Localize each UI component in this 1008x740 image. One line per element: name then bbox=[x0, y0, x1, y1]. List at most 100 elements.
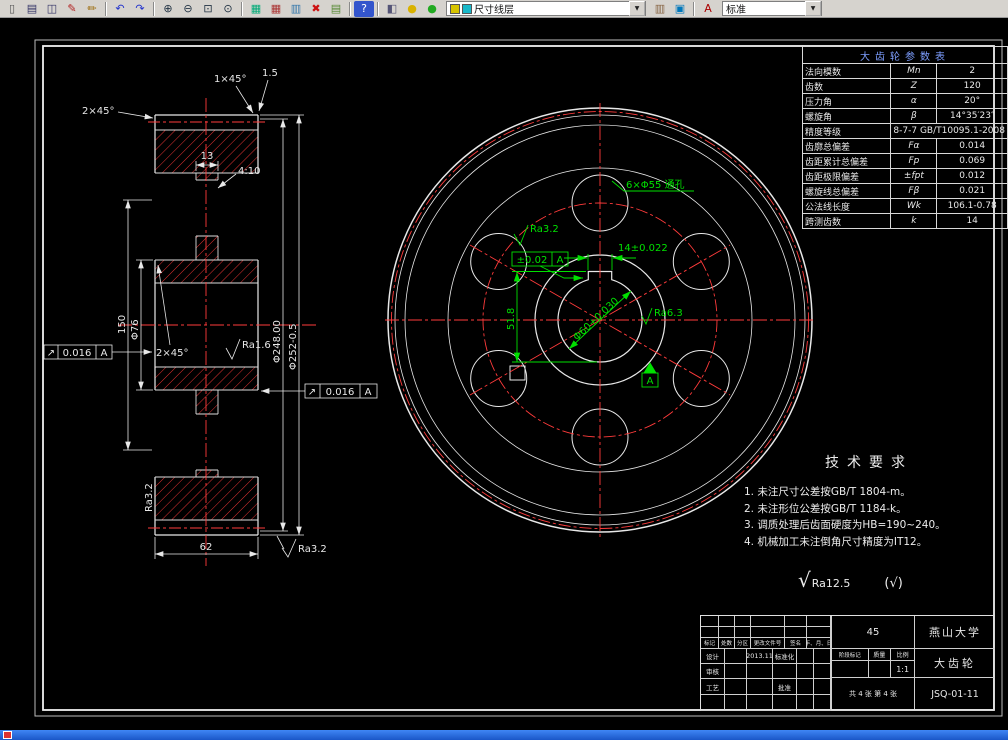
revision-header-cell: 签名 bbox=[785, 638, 807, 649]
param-table-row: 压力角 α 20° bbox=[801, 93, 1008, 109]
edit-icon[interactable]: ✎ bbox=[62, 1, 82, 17]
param-value: 8-7-7 GB/T10095.1-2008 bbox=[890, 123, 1008, 139]
symmetry-datum: A bbox=[557, 255, 564, 266]
organization-name: 燕山大学 bbox=[915, 616, 995, 649]
staff-cell bbox=[814, 649, 831, 664]
block-icon[interactable]: ▥ bbox=[286, 1, 306, 17]
taskbar-app-icon[interactable] bbox=[3, 731, 12, 739]
layer-list-icon[interactable]: ▥ bbox=[650, 1, 670, 17]
param-symbol: Z bbox=[890, 78, 938, 94]
redo-icon[interactable]: ↷ bbox=[130, 1, 150, 17]
layer-color-icon[interactable]: ▣ bbox=[670, 1, 690, 17]
layer-state-icon bbox=[450, 3, 460, 14]
staff-cell bbox=[747, 679, 773, 695]
new-icon[interactable]: ▯ bbox=[2, 1, 22, 17]
toolbar-separator bbox=[693, 1, 695, 16]
param-label: 齿距累计总偏差 bbox=[801, 153, 892, 169]
render-ball-green-icon[interactable]: ● bbox=[422, 1, 442, 17]
param-symbol: Fp bbox=[890, 153, 938, 169]
render-ball-yellow-icon[interactable]: ● bbox=[402, 1, 422, 17]
param-symbol: Fα bbox=[890, 138, 938, 154]
roughness-ra32-bottom: Ra3.2 bbox=[298, 544, 327, 555]
param-table-title-row: 大齿轮参数表 bbox=[802, 46, 1008, 64]
zoom-window-icon[interactable]: ⊡ bbox=[198, 1, 218, 17]
help-icon[interactable]: ? bbox=[354, 0, 374, 17]
staff-cell bbox=[725, 679, 747, 695]
staff-cell: 标准化 bbox=[773, 649, 797, 664]
staff-cell bbox=[814, 695, 831, 711]
rect-shape bbox=[196, 173, 218, 180]
print-icon[interactable]: ▤ bbox=[22, 1, 42, 17]
staff-cell bbox=[725, 695, 747, 711]
layer-combo-value: 尺寸线层 bbox=[474, 5, 514, 16]
text-style-combo[interactable]: 标准 ▼ bbox=[722, 1, 822, 16]
circle-shape bbox=[672, 350, 730, 407]
zoom-out-icon[interactable]: ⊖ bbox=[178, 1, 198, 17]
holes-note: 6×Φ55 通孔 bbox=[626, 179, 685, 191]
param-value: 0.014 bbox=[936, 138, 1008, 154]
staff-cell bbox=[797, 695, 814, 711]
polyline-shape bbox=[513, 224, 529, 247]
param-symbol: Mn bbox=[890, 63, 938, 79]
param-value: 106.1-0.78 bbox=[936, 198, 1008, 214]
layer-combo[interactable]: 尺寸线层 ▼ bbox=[446, 1, 646, 16]
tech-req-items: 1. 未注尺寸公差按GB/T 1804-m。 2. 未注形位公差按GB/T 118… bbox=[744, 484, 994, 550]
dim-chamfer-2x45-top: 2×45° bbox=[82, 106, 114, 117]
param-value: 0.021 bbox=[936, 183, 1008, 199]
revision-cell bbox=[719, 627, 735, 638]
runout-symbol: ↗ bbox=[47, 348, 55, 359]
edit-attr-icon[interactable]: ✏ bbox=[82, 1, 102, 17]
layer-manager-icon[interactable]: ▦ bbox=[246, 1, 266, 17]
param-symbol: k bbox=[890, 213, 938, 229]
roughness-ra32-keyway: Ra3.2 bbox=[530, 224, 559, 235]
toolbar-separator bbox=[377, 1, 379, 16]
rect-shape bbox=[155, 260, 258, 283]
chevron-down-icon[interactable]: ▼ bbox=[805, 1, 821, 16]
param-table-row: 齿廓总偏差 Fα 0.014 bbox=[801, 138, 1008, 154]
print-preview-icon[interactable]: ◫ bbox=[42, 1, 62, 17]
zoom-in-icon[interactable]: ⊕ bbox=[158, 1, 178, 17]
text-style-icon[interactable]: A bbox=[698, 1, 718, 17]
param-symbol: ±fpt bbox=[890, 168, 938, 184]
staff-cell bbox=[725, 649, 747, 664]
param-label: 齿距极限偏差 bbox=[801, 168, 892, 184]
param-value: 14 bbox=[936, 213, 1008, 229]
staff-cell bbox=[773, 695, 797, 711]
part-name: 大齿轮 bbox=[915, 649, 995, 678]
param-label: 螺旋角 bbox=[801, 108, 892, 124]
dim-taper: 4:10 bbox=[238, 166, 260, 177]
param-label: 跨测齿数 bbox=[801, 213, 892, 229]
runout-datum: A bbox=[101, 348, 108, 359]
symmetry-tolerance: ±0.02 bbox=[517, 255, 548, 266]
revision-cell bbox=[807, 627, 831, 638]
revision-cell bbox=[807, 616, 831, 627]
param-table-row: 螺旋角 β 14°35′23″ bbox=[801, 108, 1008, 124]
rect-shape bbox=[155, 367, 258, 390]
title-block-revision-area: 标记处数分区更改文件号签名年、月、日设计 2013.11标准化审核工艺 批准 bbox=[701, 616, 831, 711]
param-value: 0.012 bbox=[936, 168, 1008, 184]
grid-icon[interactable]: ▤ bbox=[326, 1, 346, 17]
drawing-canvas[interactable]: 62 150 Φ76 Φ248.00 Φ252-0.5 13 4:10 1×45… bbox=[0, 18, 1008, 730]
view-icon[interactable]: ◧ bbox=[382, 1, 402, 17]
dim-radius-1-5: 1.5 bbox=[262, 68, 278, 79]
param-table-row: 齿数 Z 120 bbox=[801, 78, 1008, 94]
undo-icon[interactable]: ↶ bbox=[110, 1, 130, 17]
param-label: 公法线长度 bbox=[801, 198, 892, 214]
chevron-down-icon[interactable]: ▼ bbox=[629, 1, 645, 16]
param-table-row: 跨测齿数 k 14 bbox=[801, 213, 1008, 229]
zoom-extents-icon[interactable]: ⊙ bbox=[218, 1, 238, 17]
stage-value bbox=[832, 661, 869, 678]
line-shape bbox=[276, 535, 285, 550]
polyline-shape bbox=[641, 307, 653, 326]
cad-application-window: ▯ ▤ ◫ ✎ ✏ ↶ ↷ ⊕ ⊖ ⊡ ⊙ ▦ ▦ ▥ ✖ ▤? ◧ ● ● 尺寸线层 ▼ ▥ ▣ A 标准 ▼ bbox=[0, 0, 1008, 740]
toolbar-separator bbox=[105, 1, 107, 16]
staff-cell bbox=[725, 664, 747, 679]
erase-icon[interactable]: ✖ bbox=[306, 1, 326, 17]
param-value: 2 bbox=[936, 63, 1008, 79]
taskbar[interactable] bbox=[0, 730, 1008, 740]
line-shape bbox=[258, 79, 269, 112]
dim-chamfer-2x45-hub: 2×45° bbox=[156, 348, 188, 359]
keyway-depth-dim: 51.8 bbox=[506, 308, 517, 330]
table-icon[interactable]: ▦ bbox=[266, 1, 286, 17]
param-label: 齿廓总偏差 bbox=[801, 138, 892, 154]
